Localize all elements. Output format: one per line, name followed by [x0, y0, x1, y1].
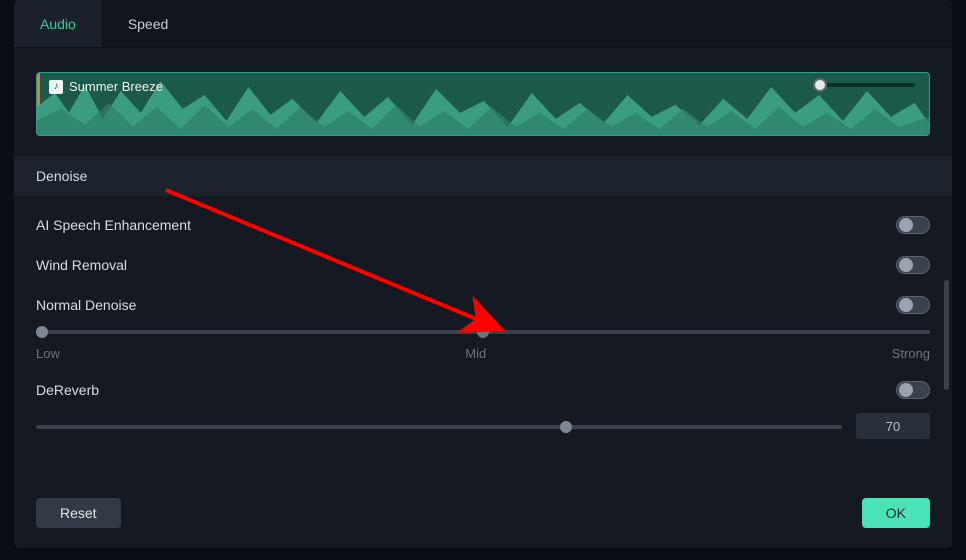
slider-thumb-normal-denoise[interactable] [36, 326, 48, 338]
clip-title-text: Summer Breeze [69, 79, 163, 94]
waveform [37, 73, 929, 136]
label-wind-removal: Wind Removal [36, 257, 127, 273]
slider-row-dereverb: 70 [36, 407, 930, 439]
audio-clip[interactable]: ♪ Summer Breeze [36, 72, 930, 136]
reset-button[interactable]: Reset [36, 498, 121, 528]
footer-bar: Reset OK [36, 498, 930, 528]
clip-preview-area: ♪ Summer Breeze [14, 48, 952, 156]
scrollbar[interactable] [944, 280, 949, 390]
tab-speed[interactable]: Speed [102, 0, 194, 47]
clip-volume-slider[interactable] [819, 83, 915, 87]
label-normal-denoise: Normal Denoise [36, 297, 136, 313]
slider-mid-marker [477, 326, 489, 338]
toggle-wind-removal[interactable] [896, 256, 930, 274]
row-dereverb: DeReverb [36, 367, 930, 407]
slider-row-normal-denoise: Low Mid Strong [36, 322, 930, 367]
toggle-dereverb[interactable] [896, 381, 930, 399]
row-normal-denoise: Normal Denoise [36, 282, 930, 322]
tabs-bar: Audio Speed [14, 0, 952, 48]
music-icon: ♪ [49, 80, 63, 94]
tab-audio[interactable]: Audio [14, 0, 102, 47]
row-ai-speech: AI Speech Enhancement [36, 202, 930, 242]
slider-scale-labels: Low Mid Strong [36, 340, 930, 361]
toggle-ai-speech[interactable] [896, 216, 930, 234]
scale-mid: Mid [465, 346, 486, 361]
toggle-normal-denoise[interactable] [896, 296, 930, 314]
slider-thumb-dereverb[interactable] [560, 421, 572, 433]
section-header-denoise: Denoise [14, 156, 952, 196]
clip-volume-thumb[interactable] [813, 78, 827, 92]
scale-strong: Strong [892, 346, 930, 361]
scale-low: Low [36, 346, 60, 361]
ok-button[interactable]: OK [862, 498, 930, 528]
clip-title: ♪ Summer Breeze [49, 79, 163, 94]
denoise-options: AI Speech Enhancement Wind Removal Norma… [14, 196, 952, 439]
slider-dereverb[interactable] [36, 417, 842, 435]
slider-normal-denoise[interactable] [36, 322, 930, 340]
dereverb-value[interactable]: 70 [856, 413, 930, 439]
label-dereverb: DeReverb [36, 382, 99, 398]
audio-settings-panel: Audio Speed ♪ Summer Breeze Denoise AI S… [14, 0, 952, 548]
row-wind-removal: Wind Removal [36, 242, 930, 282]
label-ai-speech: AI Speech Enhancement [36, 217, 191, 233]
